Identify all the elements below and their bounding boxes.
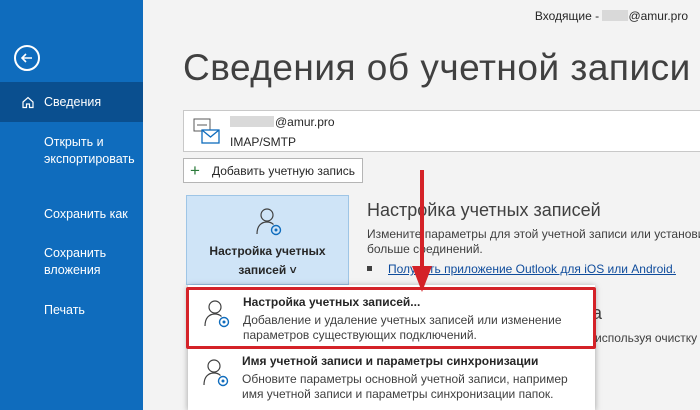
user-settings-icon (203, 359, 229, 387)
back-button[interactable] (14, 45, 40, 71)
add-account-label: Добавить учетную запись (212, 164, 355, 178)
sidebar-item-label: Сведения (44, 95, 102, 109)
account-domain: @amur.pro (628, 9, 688, 23)
arrow-left-icon (20, 53, 32, 63)
backstage-sidebar: Сведения Открыть и экспортировать Сохран… (0, 0, 143, 410)
account-settings-button[interactable]: Настройка учетных записей ˅ (186, 195, 349, 285)
account-email-domain: @amur.pro (275, 115, 335, 129)
sidebar-item-open-export[interactable]: Открыть и экспортировать (0, 134, 143, 168)
sidebar-item-info[interactable]: Сведения (0, 82, 143, 122)
page-title: Сведения об учетной записи (183, 47, 691, 88)
redacted-text (602, 10, 629, 21)
sidebar-item-save-as[interactable]: Сохранить как (0, 206, 143, 223)
account-email: @amur.pro (230, 115, 335, 129)
menu-item-description: Добавление и удаление учетных записей ил… (243, 313, 562, 342)
menu-item-title: Настройка учетных записей... (243, 295, 421, 309)
account-settings-menu: Настройка учетных записей... Добавление … (186, 285, 596, 410)
bullet-icon (367, 266, 372, 271)
sidebar-item-label: Печать (44, 303, 85, 317)
tile-label-line1: Настройка учетных (209, 244, 326, 258)
sidebar-item-label: Открыть и экспортировать (44, 135, 135, 166)
annotation-arrow (412, 170, 432, 292)
user-settings-icon (256, 208, 282, 236)
sidebar-item-save-attachments[interactable]: Сохранить вложения (0, 245, 143, 279)
folder-label: Входящие - (534, 9, 603, 23)
menu-item-account-settings[interactable]: Настройка учетных записей... Добавление … (186, 287, 596, 349)
partial-text: используя очистку (595, 331, 698, 345)
tile-label-line2: записей ˅ (238, 263, 297, 277)
window-title: Входящие - @amur.pro (535, 9, 688, 23)
menu-item-account-name-sync[interactable]: Имя учетной записи и параметры синхрониз… (188, 349, 595, 409)
menu-item-description: Обновите параметры основной учетной запи… (242, 372, 568, 401)
menu-item-title: Имя учетной записи и параметры синхрониз… (242, 354, 539, 368)
section-heading: Настройка учетных записей (367, 200, 601, 220)
account-selector[interactable]: @amur.pro IMAP/SMTP (183, 110, 700, 152)
sidebar-item-label: Сохранить как (44, 207, 128, 221)
sidebar-item-print[interactable]: Печать (0, 302, 143, 319)
account-settings-label: Настройка учетных записей ˅ (187, 242, 348, 280)
account-type: IMAP/SMTP (230, 135, 297, 149)
mail-account-icon (193, 118, 220, 144)
add-account-button[interactable]: + Добавить учетную запись (183, 158, 363, 183)
sidebar-item-label: Сохранить вложения (44, 246, 107, 277)
home-icon (22, 96, 34, 109)
plus-icon: + (190, 161, 200, 180)
redacted-text (230, 116, 274, 127)
user-settings-icon (204, 300, 230, 328)
